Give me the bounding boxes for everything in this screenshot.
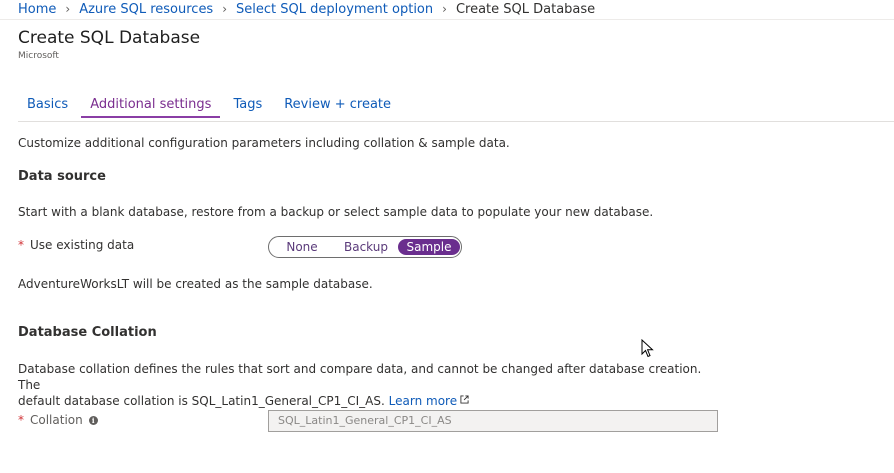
collation-description-line2-wrap: default database collation is SQL_Latin1… (18, 393, 718, 409)
collation-label: * Collation i (18, 413, 98, 427)
header-divider (0, 19, 894, 20)
mouse-pointer-icon (641, 339, 654, 358)
option-sample[interactable]: Sample (398, 239, 460, 255)
option-backup[interactable]: Backup (334, 239, 398, 255)
learn-more-link[interactable]: Learn more (389, 394, 457, 408)
info-icon[interactable]: i (88, 415, 98, 425)
sample-database-note: AdventureWorksLT will be created as the … (18, 277, 373, 291)
collation-description-line2: default database collation is SQL_Latin1… (18, 394, 385, 408)
use-existing-data-label-text: Use existing data (30, 238, 135, 252)
tab-review-create[interactable]: Review + create (275, 94, 400, 118)
option-none[interactable]: None (270, 239, 334, 255)
external-link-icon[interactable] (460, 395, 469, 404)
chevron-right-icon: › (65, 2, 71, 16)
collation-input[interactable]: SQL_Latin1_General_CP1_CI_AS (268, 410, 718, 432)
collation-description: Database collation defines the rules tha… (18, 361, 718, 409)
chevron-right-icon: › (442, 2, 447, 16)
breadcrumb-azure-sql-resources-link[interactable]: Azure SQL resources (79, 2, 213, 17)
use-existing-data-toggle: None Backup Sample (268, 236, 462, 258)
data-source-heading: Data source (18, 169, 106, 184)
breadcrumb-home-link[interactable]: Home (18, 2, 56, 17)
breadcrumb-select-deployment-link[interactable]: Select SQL deployment option (236, 2, 433, 17)
collation-description-line1: Database collation defines the rules tha… (18, 362, 702, 392)
collation-label-text: Collation (30, 413, 83, 427)
tab-basics[interactable]: Basics (18, 94, 77, 118)
data-source-description: Start with a blank database, restore fro… (18, 205, 654, 219)
required-marker: * (18, 238, 24, 252)
intro-text: Customize additional configuration param… (18, 136, 510, 150)
chevron-right-icon: › (222, 2, 228, 16)
tab-tags[interactable]: Tags (224, 94, 271, 118)
collation-heading: Database Collation (18, 325, 157, 340)
use-existing-data-label: * Use existing data (18, 238, 134, 252)
breadcrumb: Home › Azure SQL resources › Select SQL … (18, 0, 595, 18)
required-marker: * (18, 413, 24, 427)
publisher-label: Microsoft (18, 51, 59, 61)
tab-additional-settings[interactable]: Additional settings (81, 94, 221, 118)
page-title: Create SQL Database (18, 28, 201, 48)
breadcrumb-current: Create SQL Database (455, 1, 596, 17)
tab-bar: Basics Additional settings Tags Review +… (18, 94, 894, 122)
